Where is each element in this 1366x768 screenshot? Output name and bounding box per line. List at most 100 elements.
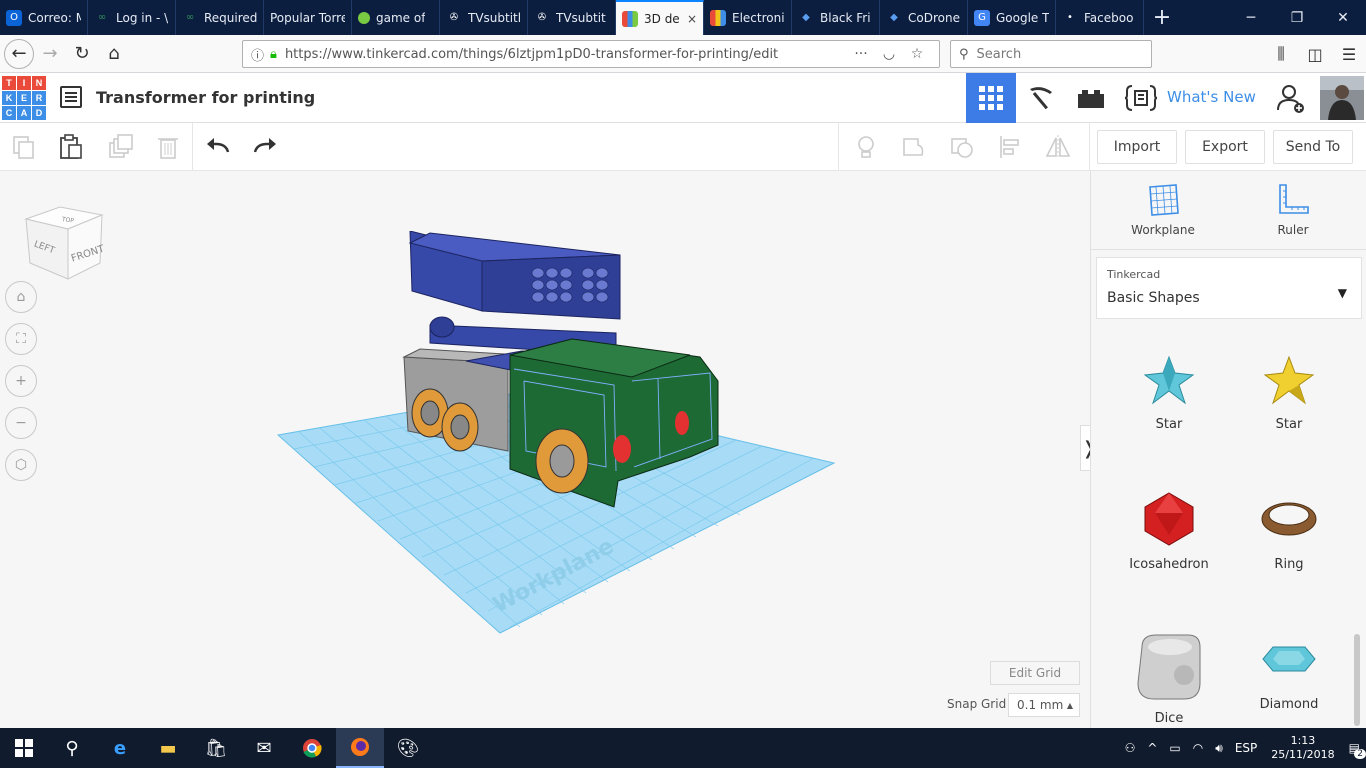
shape-star-teal[interactable]: Star [1109, 349, 1229, 432]
new-tab-button[interactable]: + [1144, 0, 1180, 35]
browser-tab[interactable]: ✇ TVsubtitl [440, 0, 528, 35]
show-all-button[interactable] [850, 131, 882, 163]
ruler-tool[interactable]: Ruler [1243, 183, 1343, 237]
align-button[interactable] [994, 131, 1026, 163]
user-add-button[interactable] [1268, 73, 1314, 123]
browser-tab[interactable]: ◆ CoDrone [880, 0, 968, 35]
volume-icon[interactable]: 🔊︎ [1209, 741, 1229, 756]
firefox-icon[interactable] [336, 728, 384, 768]
search-icon[interactable]: ⚲ [48, 728, 96, 768]
export-button[interactable]: Export [1185, 130, 1265, 164]
minimize-icon[interactable]: ─ [1228, 0, 1274, 35]
pocket-icon[interactable]: ◡ [875, 46, 903, 62]
wifi-icon[interactable]: ◠ [1187, 741, 1209, 755]
lock-icon[interactable]: 🔒︎ [270, 47, 277, 62]
fit-view-button[interactable]: ⛶ [5, 323, 37, 355]
language-indicator[interactable]: ESP [1229, 741, 1263, 755]
codeblocks-button[interactable] [1116, 73, 1166, 123]
shape-icosahedron[interactable]: Icosahedron [1109, 489, 1229, 572]
shape-star-yellow[interactable]: Star [1229, 349, 1349, 432]
bricks-button[interactable] [1066, 73, 1116, 123]
url-bar[interactable]: ⓘ 🔒︎ https://www.tinkercad.com/things/6l… [242, 40, 940, 68]
people-icon[interactable]: ⚇ [1119, 741, 1142, 755]
snap-grid-select[interactable]: 0.1 mm ▲ [1008, 693, 1080, 717]
send-to-button[interactable]: Send To [1273, 130, 1353, 164]
search-input[interactable]: ⚲ Search [950, 40, 1152, 68]
zoom-out-button[interactable]: − [5, 407, 37, 439]
paint-icon[interactable]: 🎨︎ [384, 728, 432, 768]
forward-button[interactable]: → [34, 39, 66, 69]
workplane-tool[interactable]: Workplane [1113, 183, 1213, 237]
browser-tab[interactable]: ◆ Black Fri [792, 0, 880, 35]
info-icon[interactable]: ⓘ [251, 45, 264, 64]
browser-tab[interactable]: Electroni [704, 0, 792, 35]
edge-icon[interactable]: e [96, 728, 144, 768]
browser-nav-bar: ← → ↻ ⌂ ⓘ 🔒︎ https://www.tinkercad.com/t… [0, 35, 1366, 73]
windows-start-icon[interactable] [0, 728, 48, 768]
group-button[interactable] [898, 131, 930, 163]
browser-tab[interactable]: G Google T [968, 0, 1056, 35]
battery-icon[interactable]: ▭ [1163, 741, 1186, 755]
back-button[interactable]: ← [4, 38, 34, 69]
chrome-icon[interactable] [288, 728, 336, 768]
home-view-button[interactable]: ⌂ [5, 281, 37, 313]
clock[interactable]: 1:13 25/11/2018 [1263, 734, 1342, 762]
browser-tab[interactable]: ∞ Log in - \ [88, 0, 176, 35]
browser-tab[interactable]: ✇ TVsubtit [528, 0, 616, 35]
panel-collapse-button[interactable]: ❭ [1080, 425, 1090, 471]
drop-icon: ◆ [890, 12, 898, 23]
shape-ring[interactable]: Ring [1229, 489, 1349, 572]
delete-button[interactable] [152, 131, 184, 163]
caret-up-icon: ▲ [1066, 700, 1073, 710]
mail-icon[interactable]: ✉ [240, 728, 288, 768]
ring-icon [1261, 502, 1317, 536]
mirror-button[interactable] [1042, 131, 1074, 163]
bookmark-star-icon[interactable]: ☆ [903, 46, 931, 62]
browser-tab[interactable]: Popular Torre [264, 0, 352, 35]
code-blocks-icon [1124, 85, 1158, 111]
shape-library-select[interactable]: Tinkercad Basic Shapes ▼ [1096, 257, 1362, 319]
whats-new-link[interactable]: What's New [1167, 88, 1256, 106]
reload-button[interactable]: ↻ [66, 39, 98, 69]
ungroup-button[interactable] [946, 131, 978, 163]
file-explorer-icon[interactable]: ▬ [144, 728, 192, 768]
design-list-icon[interactable] [60, 86, 82, 108]
copy-button[interactable] [8, 131, 40, 163]
duplicate-button[interactable] [104, 131, 136, 163]
browser-tab[interactable]: ∞ Required [176, 0, 264, 35]
notification-center-icon[interactable]: ▤ 2 [1343, 741, 1366, 759]
design-title[interactable]: Transformer for printing [96, 88, 315, 107]
3d-workspace[interactable]: TOP LEFT FRONT ⌂ ⛶ + − ⬡ Workplane Edit … [0, 171, 1090, 728]
library-icon[interactable]: ⫼ [1264, 44, 1298, 64]
paste-button[interactable] [55, 131, 87, 163]
redo-button[interactable] [249, 131, 281, 163]
browser-tab[interactable]: O Correo: M [0, 0, 88, 35]
library-category: Tinkercad [1107, 268, 1161, 281]
shape-dice[interactable]: Dice [1109, 629, 1229, 726]
perspective-button[interactable]: ⬡ [5, 449, 37, 481]
3d-view-button[interactable] [966, 73, 1016, 123]
browser-tab-active[interactable]: 3D de × [616, 0, 704, 35]
menu-icon[interactable]: ☰ [1332, 45, 1366, 64]
view-cube[interactable]: TOP LEFT FRONT [22, 201, 106, 285]
zoom-in-button[interactable]: + [5, 365, 37, 397]
import-button[interactable]: Import [1097, 130, 1177, 164]
avatar[interactable] [1320, 76, 1364, 120]
workplane-scene[interactable]: Workplane [270, 231, 850, 641]
home-button[interactable]: ⌂ [98, 39, 130, 69]
more-actions-icon[interactable]: ··· [847, 46, 875, 62]
chevron-up-icon[interactable]: ^ [1141, 741, 1163, 755]
close-tab-icon[interactable]: × [687, 12, 697, 26]
panel-scrollbar[interactable] [1354, 634, 1360, 726]
blocks-button[interactable] [1016, 73, 1066, 123]
shape-diamond[interactable]: Diamond [1229, 629, 1349, 712]
sidebar-icon[interactable]: ◫ [1298, 45, 1332, 64]
restore-icon[interactable]: ❐ [1274, 0, 1320, 35]
close-window-icon[interactable]: ✕ [1320, 0, 1366, 35]
undo-button[interactable] [202, 131, 234, 163]
browser-tab[interactable]: • Faceboo [1056, 0, 1144, 35]
tinkercad-logo[interactable]: T I N K E R C A D [2, 76, 46, 120]
browser-tab[interactable]: game of [352, 0, 440, 35]
store-icon[interactable]: 🛍︎ [192, 728, 240, 768]
edit-grid-button[interactable]: Edit Grid [990, 661, 1080, 685]
